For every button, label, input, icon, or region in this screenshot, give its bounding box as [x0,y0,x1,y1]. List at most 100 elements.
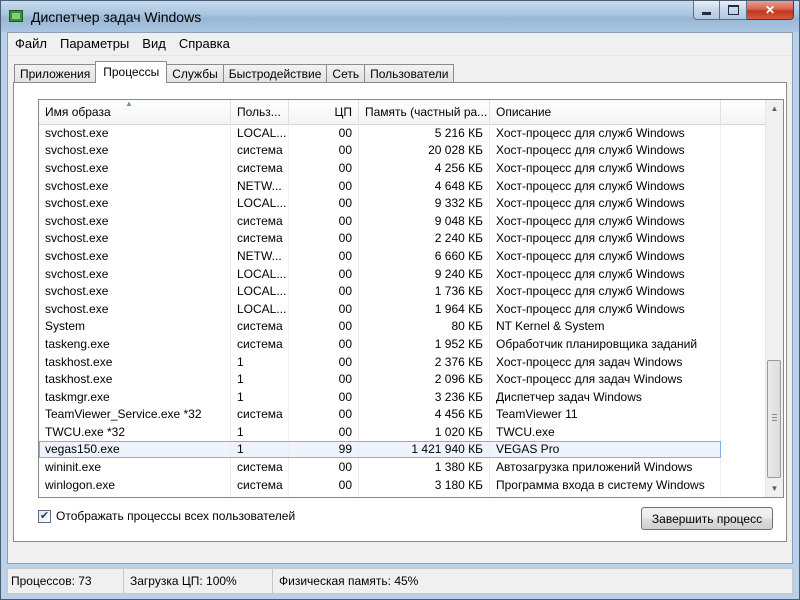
table-row[interactable]: TWCU.exe *32 1 00 1 020 КБ TWCU.exe [39,423,766,441]
cell-mem: 1 392 КБ [359,493,490,497]
show-all-processes-label[interactable]: Отображать процессы всех пользователей [56,509,295,523]
cell-mem: 3 236 КБ [359,387,490,406]
table-row[interactable]: svchost.exe LOCAL... 00 5 216 КБ Хост-процес… [39,124,766,142]
menu-item[interactable]: Вид [136,34,172,54]
cell-mem: 1 421 940 КБ [359,440,490,459]
table-row[interactable]: svchost.exe система 00 4 256 КБ Хост-процесс… [39,159,766,177]
scrollbar-thumb[interactable] [767,360,781,478]
table-row[interactable]: svchost.exe NETW... 00 4 648 КБ Хост-процесс… [39,176,766,195]
cell-user: NETW... [231,247,289,265]
column-header-image-name[interactable]: ▲ Имя образа [39,100,231,124]
grip-icon [772,414,777,422]
table-row[interactable]: svchost.exe система 00 2 240 КБ Хост-процесс… [39,229,766,248]
cell-desc: Диспетчер задач Windows [490,387,721,406]
table-row[interactable]: winlogon.exe система 00 3 180 КБ Программа в… [39,475,766,494]
cell-user: 1 [231,387,289,406]
cell-cpu: 00 [289,405,359,424]
table-row[interactable]: wininit.exe система 00 1 380 КБ Автозагрузка… [39,458,766,476]
table-row[interactable]: svchost.exe NETW... 00 6 660 КБ Хост-процесс… [39,247,766,265]
cell-cpu: 00 [289,458,359,476]
table-row[interactable]: svchost.exe система 00 20 028 КБ Хост-процес… [39,141,766,160]
tab-3[interactable]: Быстродействие [222,64,328,83]
table-row[interactable]: taskmgr.exe 1 00 3 236 КБ Диспетчер задач Wi… [39,387,766,406]
cell-cpu: 00 [289,423,359,441]
table-row[interactable]: System система 00 80 КБ NT Kernel & System [39,317,766,336]
menu-item[interactable]: Параметры [54,34,135,54]
task-manager-window: Диспетчер задач Windows ✕ Файл Параметры В… [0,0,800,600]
cell-desc: Хост-процесс для задач Windows [490,370,721,388]
cell-desc: TWCU.exe [490,423,721,441]
cell-cpu: 00 [289,159,359,177]
cell-mem: 1 964 КБ [359,299,490,318]
tab-4[interactable]: Сеть [326,64,366,83]
cell-mem: 4 256 КБ [359,159,490,177]
client-area: Файл Параметры Вид Справка Приложения Процес… [7,32,793,564]
table-row[interactable]: taskeng.exe система 00 1 952 КБ Обработчик п… [39,335,766,353]
cell-name: winlogon.exe [39,475,231,494]
tab-2[interactable]: Службы [166,64,224,83]
table-row[interactable]: svchost.exe LOCAL... 00 9 240 КБ Хост-процес… [39,264,766,283]
tab-5[interactable]: Пользователи [364,64,455,83]
column-header-description[interactable]: Описание [490,100,721,124]
maximize-button[interactable] [720,1,747,20]
scroll-up-arrow-icon[interactable]: ▲ [766,100,783,117]
column-header-user[interactable]: Польз... [231,100,289,124]
menu-item[interactable]: Файл [9,34,53,54]
cell-name: taskeng.exe [39,335,231,353]
cell-name: svchost.exe [39,176,231,195]
table-row[interactable]: svchost.exe LOCAL... 00 9 332 КБ Хост-процес… [39,194,766,212]
cell-desc: NT Kernel & System [490,317,721,336]
table-row[interactable]: svchost.exe система 00 9 048 КБ Хост-процесс… [39,211,766,230]
table-row[interactable]: svchost.exe LOCAL... 00 1 964 КБ Хост-процес… [39,299,766,318]
cell-mem: 6 660 КБ [359,247,490,265]
cell-mem: 3 180 КБ [359,475,490,494]
window-controls: ✕ [693,1,794,21]
table-row[interactable]: vegas150.exe 1 99 1 421 940 КБ VEGAS Pro [39,440,721,459]
close-button[interactable]: ✕ [747,1,794,20]
window-title: Диспетчер задач Windows [31,9,202,25]
cell-user: 1 [231,493,289,497]
cell-user: система [231,317,289,336]
vertical-scrollbar[interactable]: ▲ ▼ [765,100,783,497]
cell-desc: Хост-процесс для служб Windows [490,282,721,300]
minimize-icon [702,11,711,15]
cell-desc: Хост-процесс для служб Windows [490,176,721,195]
column-header-memory[interactable]: Память (частный ра... [359,100,490,124]
cell-user: система [231,475,289,494]
table-row[interactable]: taskhost.exe 1 00 2 376 КБ Хост-процесс для … [39,352,766,371]
tab-0[interactable]: Приложения [14,64,97,83]
scroll-down-arrow-icon[interactable]: ▼ [766,480,783,497]
minimize-button[interactable] [693,1,720,20]
cell-name: taskhost.exe [39,352,231,371]
cell-cpu: 00 [289,335,359,353]
table-row[interactable]: svchost.exe LOCAL... 00 1 736 КБ Хост-процес… [39,282,766,300]
cell-mem: 20 028 КБ [359,141,490,160]
process-list-header: ▲ Имя образа Польз... ЦП Память (частный… [39,100,766,125]
tab-1[interactable]: Процессы [95,61,168,83]
cell-mem: 9 240 КБ [359,264,490,283]
end-process-button[interactable]: Завершить процесс [641,507,773,530]
cell-cpu: 00 [289,299,359,318]
process-list[interactable]: ▲ Имя образа Польз... ЦП Память (частный… [38,99,784,498]
table-row[interactable]: wmagent.exe *321001 392 КБwmagent.exe [39,493,766,497]
cell-mem: 1 736 КБ [359,282,490,300]
cell-desc: Хост-процесс для служб Windows [490,299,721,318]
title-bar[interactable]: Диспетчер задач Windows ✕ [1,1,799,32]
table-row[interactable]: taskhost.exe 1 00 2 096 КБ Хост-процесс для … [39,370,766,388]
table-row[interactable]: TeamViewer_Service.exe *32 система 00 4 456… [39,405,766,424]
cell-desc: Хост-процесс для служб Windows [490,124,721,142]
cell-cpu: 00 [289,282,359,300]
cell-desc: Хост-процесс для служб Windows [490,247,721,265]
cell-mem: 2 096 КБ [359,370,490,388]
show-all-processes-option[interactable]: ✔ Отображать процессы всех пользователей [38,509,295,523]
menu-item[interactable]: Справка [173,34,236,54]
cell-cpu: 00 [289,493,359,497]
show-all-processes-checkbox[interactable]: ✔ [38,509,51,523]
cell-cpu: 00 [289,141,359,160]
process-rows: svchost.exe LOCAL... 00 5 216 КБ Хост-процес… [39,124,766,497]
cell-desc: Хост-процесс для служб Windows [490,194,721,212]
checkmark-icon: ✔ [39,509,50,522]
cell-cpu: 00 [289,264,359,283]
cell-desc: Хост-процесс для служб Windows [490,141,721,160]
column-header-cpu[interactable]: ЦП [289,100,359,124]
